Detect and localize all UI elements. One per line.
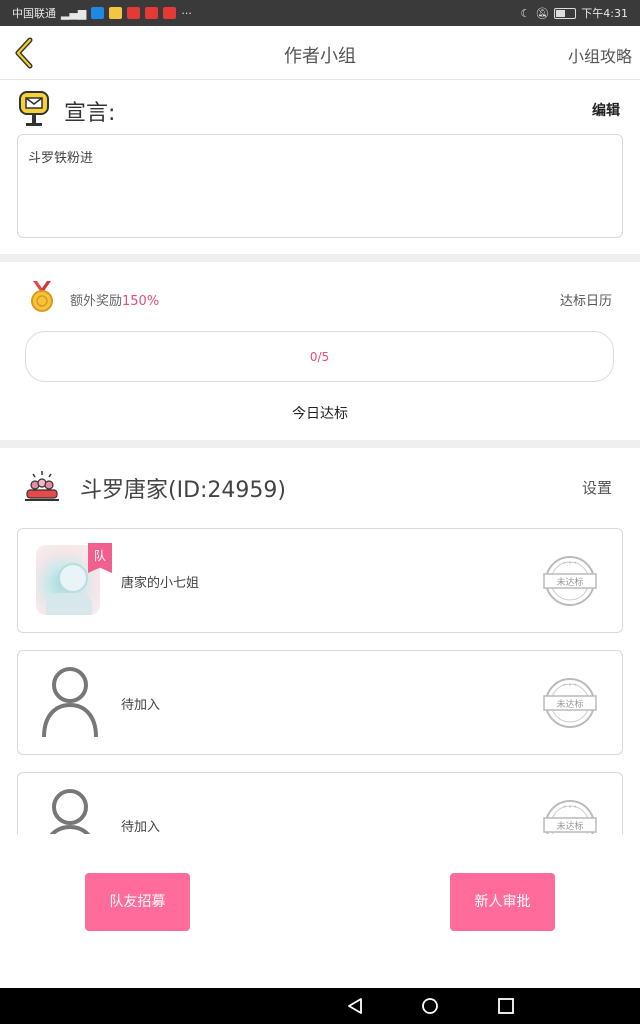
mailbox-icon (19, 91, 49, 126)
manifesto-header: 宣言: 编辑 (0, 80, 640, 134)
moon-icon: ☾ (520, 6, 531, 20)
achievement-calendar-link[interactable]: 达标日历 (560, 290, 612, 309)
approve-newcomers-button[interactable]: 新人审批 (450, 873, 555, 931)
manifesto-label: 宣言: (64, 101, 116, 126)
recruit-teammates-button[interactable]: 队友招募 (85, 873, 190, 931)
svg-text:• • •: • • • (563, 804, 577, 811)
not-achieved-stamp: • • • 未达标 (543, 556, 597, 606)
member-name: 唐家的小七姐 (121, 576, 200, 591)
group-guide-link[interactable]: 小组攻略 (568, 43, 632, 67)
member-card[interactable]: 队 唐家的小七姐 • • • 未达标 (17, 528, 623, 633)
member-card[interactable]: 待加入 • • • 未达标 (17, 650, 623, 755)
stamp-text: 未达标 (556, 576, 583, 588)
carrier-label: 中国联通 (12, 7, 56, 20)
signal-icon: ▂▄▆ (61, 6, 87, 20)
bonus-label: 额外奖励150% (70, 290, 159, 309)
battery-icon (554, 7, 577, 19)
status-bar: 中国联通 ▂▄▆ ··· ☾ 🔕︎ 下午4:31 (0, 0, 640, 26)
bonus-percent: 150% (122, 294, 160, 309)
section-divider (0, 254, 640, 262)
app-notification-icon (127, 7, 141, 19)
progress-text: 0/5 (309, 350, 330, 364)
not-achieved-stamp: • • • 未达标 (543, 678, 597, 728)
status-time: 下午4:31 (581, 7, 628, 20)
more-icon: ··· (181, 6, 192, 20)
team-settings-link[interactable]: 设置 (582, 477, 612, 498)
nav-back-icon[interactable] (346, 997, 364, 1015)
team-badge: 队 (88, 543, 112, 573)
edit-manifesto-button[interactable]: 编辑 (592, 100, 620, 120)
stamp-text: 未达标 (556, 820, 583, 832)
team-icon (25, 471, 59, 501)
mute-icon: 🔕︎ (535, 6, 550, 20)
section-divider (0, 440, 640, 448)
person-placeholder-icon (49, 789, 91, 834)
app-notification-icon (109, 7, 123, 19)
person-placeholder-icon (42, 667, 98, 738)
svg-text:• • •: • • • (563, 682, 577, 689)
today-achievement-button[interactable]: 今日达标 (0, 403, 640, 423)
app-notification-icon (91, 7, 105, 19)
app-notification-icon (145, 7, 159, 19)
nav-recents-icon[interactable] (497, 997, 515, 1015)
member-name: 待加入 (121, 820, 161, 834)
bonus-label-text: 额外奖励 (70, 294, 123, 309)
stamp-text: 未达标 (556, 698, 583, 710)
team-name: 斗罗唐家(ID:24959) (80, 478, 286, 503)
system-nav-bar (0, 988, 640, 1024)
member-name: 待加入 (121, 698, 161, 713)
app-header: 作者小组 小组攻略 (0, 26, 640, 80)
medal-icon (31, 281, 53, 312)
svg-text:• • •: • • • (563, 560, 577, 567)
manifesto-text: 斗罗铁粉进 (17, 134, 623, 238)
member-list[interactable]: 队 唐家的小七姐 • • • 未达标 待加入 • • • 未达标 待加入 • •… (0, 520, 640, 834)
not-achieved-stamp: • • • 未达标 (543, 800, 597, 834)
progress-bar: 0/5 (25, 331, 614, 382)
page-title: 作者小组 (284, 46, 356, 67)
member-card[interactable]: 待加入 • • • 未达标 (17, 772, 623, 834)
app-notification-icon (163, 7, 177, 19)
nav-home-icon[interactable] (421, 997, 439, 1015)
